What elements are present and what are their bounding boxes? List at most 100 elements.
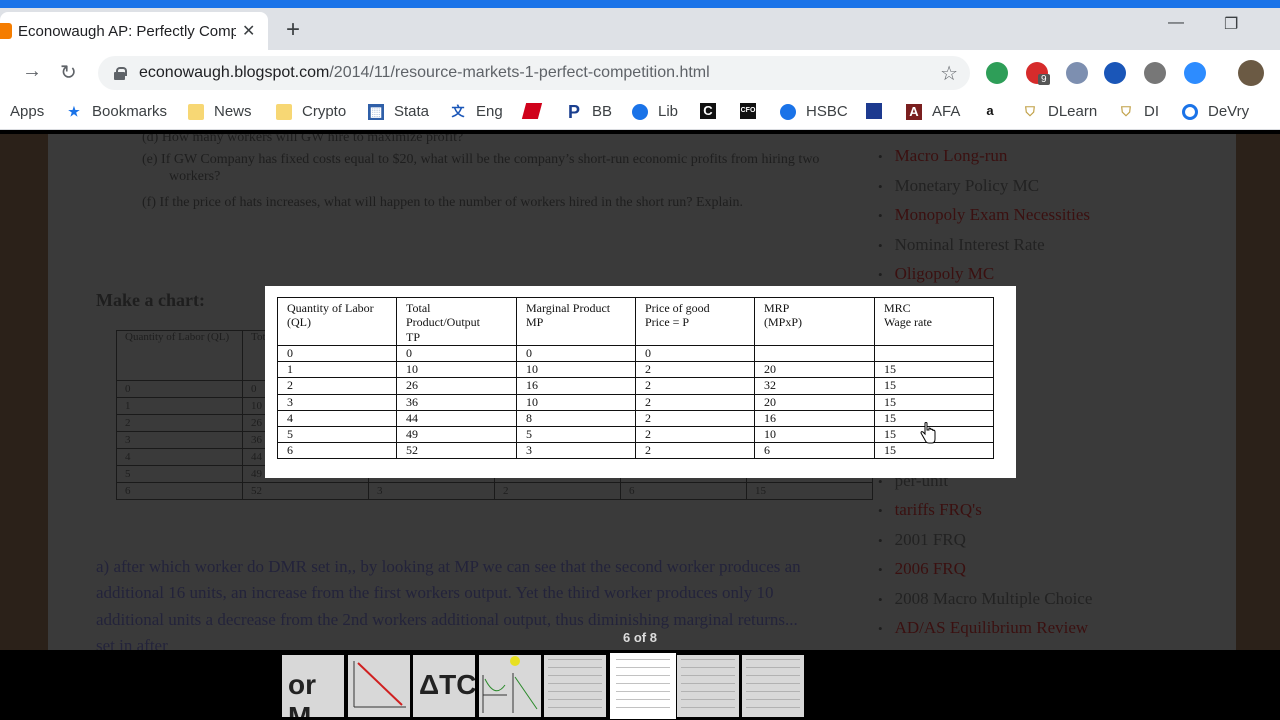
thumbnail-graph-icon xyxy=(353,661,406,708)
table-row: 4 44 8 2 16 15 xyxy=(277,409,994,427)
table-cell: 2 xyxy=(635,409,755,427)
red-stripes-icon xyxy=(521,103,543,119)
new-tab-button[interactable]: + xyxy=(286,16,300,44)
forward-icon[interactable]: → xyxy=(22,60,42,83)
sidebar-link[interactable]: Nominal Interest Rate xyxy=(878,235,1092,265)
thumbnail-text: ΔTC xyxy=(419,669,475,700)
sidebar-link[interactable]: Macro Long-run xyxy=(878,146,1092,176)
thumbnail-8[interactable] xyxy=(742,655,804,717)
table-cell: 20 xyxy=(754,361,875,379)
bookmark-label: Eng xyxy=(476,103,503,120)
table-cell: 0 xyxy=(277,344,397,363)
mlb-icon xyxy=(866,103,882,119)
bookmark-star-icon[interactable]: ☆ xyxy=(940,61,958,86)
image-lightbox[interactable]: Quantity of Labor (QL) Total Product/Output… xyxy=(265,286,1016,478)
bg-cell: 3 xyxy=(368,482,495,500)
thumbnail-table-lines xyxy=(681,659,735,713)
column-header: Marginal Product MP xyxy=(516,297,636,346)
sidebar-link[interactable]: 2001 FRQ xyxy=(878,530,1092,560)
restore-icon[interactable]: ❐ xyxy=(1224,14,1238,34)
bookmark-apps[interactable]: Apps xyxy=(10,103,44,120)
thumbnail-2[interactable] xyxy=(348,655,410,717)
bookshelf-background-left xyxy=(0,134,48,650)
mrp-chart-table: Quantity of Labor (QL) Total Product/Output… xyxy=(277,297,994,460)
bookmark-item-6[interactable] xyxy=(521,103,550,119)
thumbnail-1[interactable]: or M xyxy=(282,655,344,717)
zoom-icon[interactable] xyxy=(1184,62,1206,84)
p-icon: P xyxy=(567,101,580,122)
table-cell: 6 xyxy=(277,442,397,460)
bookmark-item-14[interactable]: a xyxy=(982,103,1008,119)
bookmark-dlearn[interactable]: ⛉ DLearn xyxy=(1022,103,1097,120)
table-cell: 2 xyxy=(635,393,755,411)
bookmark-lib[interactable]: Lib xyxy=(632,103,678,120)
table-row: 1 10 10 2 20 15 xyxy=(277,361,994,379)
table-cell: 6 xyxy=(754,442,875,460)
graduation-cap-icon[interactable] xyxy=(1104,62,1126,84)
circle-icon xyxy=(1182,103,1198,120)
sidebar-link[interactable]: 2008 Macro Multiple Choice xyxy=(878,589,1093,619)
bookshelf-background-right xyxy=(1236,134,1280,650)
table-cell: 52 xyxy=(396,442,517,460)
question-list: (d) How many workers will GW hire to max… xyxy=(142,134,867,217)
table-cell: 10 xyxy=(516,361,636,379)
folder-icon xyxy=(188,103,204,120)
bookmark-eng[interactable]: 文 Eng xyxy=(450,103,503,120)
bookmark-bb[interactable]: P BB xyxy=(566,101,612,122)
translate-icon: 文 xyxy=(451,103,465,119)
thumbnail-5[interactable] xyxy=(544,655,606,717)
sidebar-link[interactable]: Monetary Policy MC xyxy=(878,176,1092,206)
bookmark-label: DI xyxy=(1144,103,1159,120)
bookmark-item-9[interactable]: C xyxy=(700,103,726,119)
table-cell: 2 xyxy=(277,377,397,395)
address-bar[interactable]: econowaugh.blogspot.com/2014/11/resource… xyxy=(98,56,970,90)
bookmark-stata[interactable]: ▦ Stata xyxy=(368,103,429,120)
table-cell: 0 xyxy=(635,344,755,363)
window-top-edge xyxy=(0,0,1280,8)
tab-close-icon[interactable]: ✕ xyxy=(242,21,255,41)
bookmark-hsbc[interactable]: HSBC xyxy=(780,103,848,120)
thumbnail-6[interactable] xyxy=(610,653,676,719)
thumbnail-3[interactable]: ΔTC xyxy=(413,655,475,717)
folder-icon xyxy=(276,103,292,120)
sidebar-link[interactable]: Monopoly Exam Necessities xyxy=(878,205,1092,235)
avatar[interactable] xyxy=(1238,60,1264,86)
extension-green-icon[interactable] xyxy=(986,62,1008,84)
table-row: 6 52 3 2 6 15 xyxy=(277,442,994,460)
table-cell: 36 xyxy=(396,393,517,411)
a-icon: A xyxy=(906,103,922,120)
reload-icon[interactable]: ↻ xyxy=(60,60,77,85)
thumbnail-4[interactable] xyxy=(479,655,541,717)
bookmark-label: AFA xyxy=(932,103,961,120)
table-cell: 32 xyxy=(754,377,875,395)
bg-cell: 5 xyxy=(116,465,243,483)
extension-tree-icon[interactable] xyxy=(1066,62,1088,84)
star-icon: ★ xyxy=(68,103,80,119)
bookmark-item-10[interactable]: CFO xyxy=(740,103,766,119)
bookmark-news[interactable]: News xyxy=(188,103,252,120)
thumbnail-text: or M xyxy=(288,669,316,717)
bookmark-item-12[interactable] xyxy=(866,103,892,119)
bg-cell: 6 xyxy=(620,482,747,500)
sidebar-link[interactable]: tariffs FRQ's xyxy=(878,500,1092,530)
bookmark-afa[interactable]: A AFA xyxy=(906,103,960,120)
bookmark-label: Bookmarks xyxy=(92,103,168,120)
bookmark-crypto[interactable]: Crypto xyxy=(276,103,346,120)
bookmark-di[interactable]: ⛉ DI xyxy=(1118,103,1159,120)
extension-circle-icon[interactable] xyxy=(1144,62,1166,84)
browser-tab[interactable]: Econowaugh AP: Perfectly Comp ✕ xyxy=(0,12,268,50)
url-text: econowaugh.blogspot.com/2014/11/resource… xyxy=(139,64,710,81)
table-cell: 20 xyxy=(754,393,875,411)
bookmark-devry[interactable]: DeVry xyxy=(1182,103,1249,120)
thumbnail-7[interactable] xyxy=(677,655,739,717)
bookmark-bookmarks[interactable]: ★ Bookmarks xyxy=(66,103,167,120)
question-e: (e) If GW Company has fixed costs equal … xyxy=(142,151,820,184)
column-header: Price of good Price = P xyxy=(635,297,755,346)
bookmarks-bar: Apps ★ Bookmarks News Crypto ▦ Stata 文 Eng P BB Lib… xyxy=(0,96,1280,130)
bg-cell: 4 xyxy=(116,448,243,466)
bg-cell: 2 xyxy=(116,414,243,432)
sidebar-link[interactable]: 2006 FRQ xyxy=(878,559,1092,589)
shield-icon: ⛉ xyxy=(1121,103,1131,119)
minimize-icon[interactable]: — xyxy=(1168,14,1184,32)
table-cell: 26 xyxy=(396,377,517,395)
